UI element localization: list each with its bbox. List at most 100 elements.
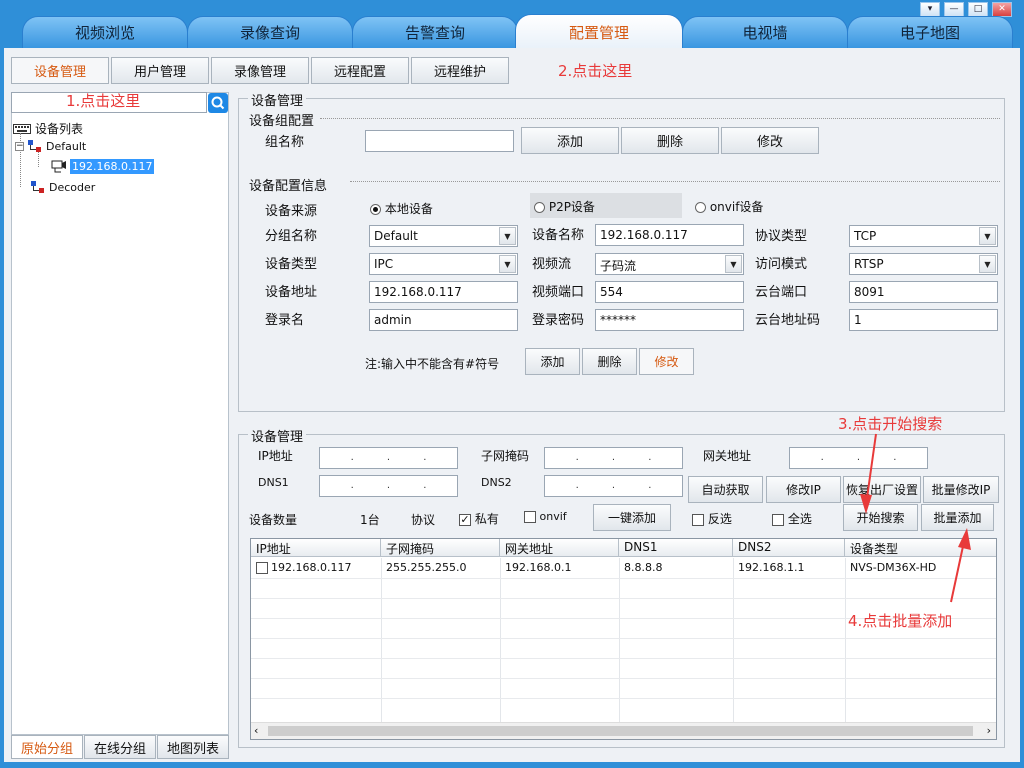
- maximize-button[interactable]: □: [968, 2, 988, 17]
- device-addr-input[interactable]: 192.168.0.117: [369, 281, 518, 303]
- group-select[interactable]: Default ▼: [369, 225, 518, 247]
- horizontal-scrollbar[interactable]: ‹ ›: [251, 722, 996, 739]
- row-checkbox[interactable]: [256, 562, 268, 574]
- collapse-icon[interactable]: −: [15, 141, 24, 151]
- video-stream-label: 视频流: [532, 257, 572, 272]
- tab-online-group[interactable]: 在线分组: [84, 735, 156, 759]
- login-password-input[interactable]: ******: [595, 309, 744, 331]
- column-header[interactable]: 子网掩码: [381, 539, 500, 557]
- device-type-select[interactable]: IPC ▼: [369, 253, 518, 275]
- tree-group-default-label: Default: [46, 139, 87, 153]
- select-all-checkbox[interactable]: 全选: [772, 510, 812, 527]
- gateway-label: 网关地址: [703, 449, 752, 463]
- checkbox-icon: [692, 513, 704, 526]
- auto-obtain-button[interactable]: 自动获取: [688, 476, 763, 503]
- tab-config-manage[interactable]: 配置管理: [515, 14, 683, 49]
- device-delete-button[interactable]: 删除: [582, 348, 637, 375]
- dns2-input[interactable]: ...: [544, 475, 683, 497]
- device-modify-button[interactable]: 修改: [639, 348, 694, 375]
- scroll-right-icon[interactable]: ›: [987, 724, 991, 737]
- subtab-remote-maintain[interactable]: 远程维护: [411, 57, 509, 84]
- device-name-input[interactable]: 192.168.0.117: [595, 224, 744, 246]
- group-modify-button[interactable]: 修改: [721, 127, 819, 154]
- group-add-button[interactable]: 添加: [521, 127, 619, 154]
- invert-select-checkbox[interactable]: 反选: [692, 510, 732, 527]
- device-type-label: 设备类型: [265, 257, 318, 272]
- tab-record-query[interactable]: 录像查询: [187, 16, 353, 48]
- one-key-add-button[interactable]: 一键添加: [593, 504, 671, 531]
- tab-original-group[interactable]: 原始分组: [11, 735, 83, 759]
- ip-dot: .: [648, 452, 652, 463]
- scrollbar-thumb[interactable]: [268, 726, 973, 736]
- group-name-input[interactable]: [365, 130, 514, 152]
- group-name-label: 组名称: [265, 135, 305, 150]
- private-checkbox[interactable]: ✓ 私有: [459, 510, 499, 527]
- tab-alarm-query[interactable]: 告警查询: [352, 16, 518, 48]
- ip-dot: .: [611, 480, 616, 491]
- tab-tv-wall[interactable]: 电视墙: [742, 22, 787, 43]
- column-header[interactable]: DNS1: [619, 539, 733, 557]
- close-button[interactable]: ✕: [992, 2, 1012, 17]
- ip-dot: .: [350, 480, 354, 491]
- mask-input[interactable]: ...: [544, 447, 683, 469]
- ip-dot: .: [856, 452, 861, 463]
- ip-label: IP地址: [258, 449, 293, 463]
- factory-reset-button[interactable]: 恢复出厂设置: [843, 476, 921, 503]
- ptz-addr-input[interactable]: 1: [849, 309, 998, 331]
- table-row[interactable]: 192.168.0.117 255.255.255.0 192.168.0.1 …: [251, 558, 996, 578]
- protocol-type-select[interactable]: TCP ▼: [849, 225, 998, 247]
- tree-group-decoder[interactable]: Decoder: [30, 180, 95, 194]
- ip-dot: .: [648, 480, 652, 491]
- batch-modify-ip-button[interactable]: 批量修改IP: [923, 476, 999, 503]
- tab-e-map[interactable]: 电子地图: [847, 16, 1013, 48]
- source-onvif-radio[interactable]: onvif设备: [695, 198, 763, 215]
- device-add-button[interactable]: 添加: [525, 348, 580, 375]
- ip-dot: .: [575, 480, 579, 491]
- video-port-input[interactable]: 554: [595, 281, 744, 303]
- subtab-device-manage[interactable]: 设备管理: [11, 57, 109, 84]
- batch-add-button[interactable]: 批量添加: [921, 504, 994, 531]
- column-header[interactable]: 设备类型: [845, 539, 996, 557]
- source-label: 设备来源: [265, 204, 318, 219]
- gateway-input[interactable]: ...: [789, 447, 928, 469]
- device-name-label: 设备名称: [532, 228, 585, 243]
- ptz-port-input[interactable]: 8091: [849, 281, 998, 303]
- start-search-button[interactable]: 开始搜索: [843, 504, 918, 531]
- column-header[interactable]: IP地址: [251, 539, 381, 557]
- tree-group-default[interactable]: − Default: [15, 139, 86, 153]
- device-addr-label: 设备地址: [265, 285, 318, 300]
- search-results-table[interactable]: IP地址 子网掩码 网关地址 DNS1 DNS2 设备类型 192.168.0.…: [250, 538, 997, 740]
- tree-device-item[interactable]: 192.168.0.117: [50, 158, 155, 174]
- group-select-value: Default: [374, 229, 418, 243]
- scroll-left-icon[interactable]: ‹: [254, 724, 258, 737]
- dropdown-arrow-icon: ▼: [979, 227, 996, 245]
- invert-select-label: 反选: [707, 512, 732, 526]
- tab-video-browse[interactable]: 视频浏览: [22, 16, 188, 48]
- login-name-input[interactable]: admin: [369, 309, 518, 331]
- source-local-radio[interactable]: 本地设备: [370, 200, 433, 217]
- video-stream-select[interactable]: 子码流 ▼: [595, 253, 744, 275]
- device-list-root[interactable]: 设备列表: [13, 120, 83, 137]
- group-node-icon: [31, 181, 44, 193]
- modify-ip-button[interactable]: 修改IP: [766, 476, 841, 503]
- protocol-label: 协议: [411, 513, 436, 527]
- subtab-user-manage[interactable]: 用户管理: [111, 57, 209, 84]
- input-note: 注:输入中不能含有#符号: [365, 357, 500, 371]
- subtab-record-manage[interactable]: 录像管理: [211, 57, 309, 84]
- row-type-cell: NVS-DM36X-HD: [850, 561, 937, 574]
- group-delete-button[interactable]: 删除: [621, 127, 719, 154]
- onvif-checkbox[interactable]: onvif: [524, 510, 567, 523]
- dns1-input[interactable]: ...: [319, 475, 458, 497]
- subtab-remote-config[interactable]: 远程配置: [311, 57, 409, 84]
- annotation-step1: 1.点击这里: [66, 92, 141, 110]
- minimize-button[interactable]: —: [944, 2, 964, 17]
- access-mode-select[interactable]: RTSP ▼: [849, 253, 998, 275]
- ip-address-input[interactable]: ...: [319, 447, 458, 469]
- access-mode-value: RTSP: [854, 257, 884, 271]
- tree-search-button[interactable]: [208, 93, 228, 113]
- tab-map-list[interactable]: 地图列表: [157, 735, 229, 759]
- source-p2p-radio[interactable]: P2P设备: [530, 193, 682, 218]
- column-header[interactable]: 网关地址: [500, 539, 619, 557]
- column-header[interactable]: DNS2: [733, 539, 845, 557]
- menu-dropdown-button[interactable]: ▾: [920, 2, 940, 17]
